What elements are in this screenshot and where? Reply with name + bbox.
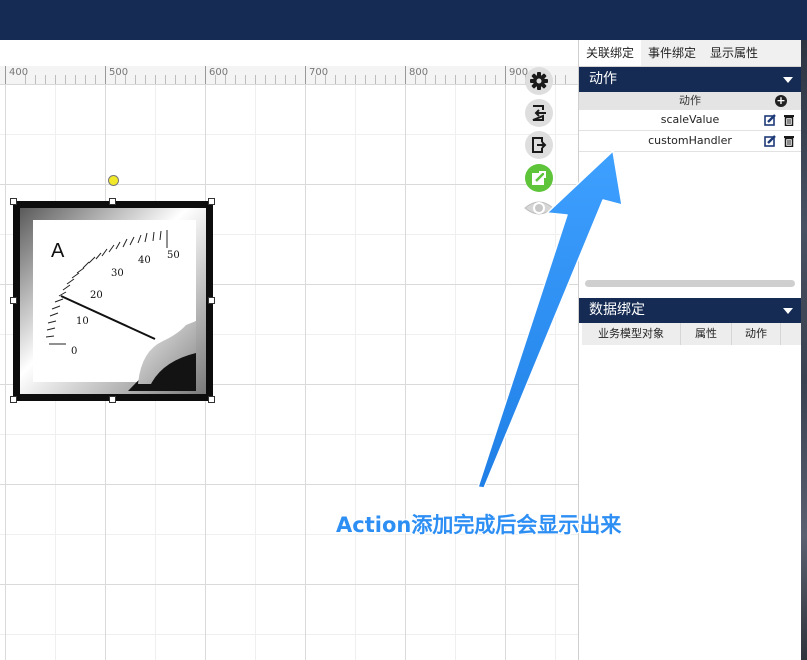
annotation-arrow <box>477 150 623 489</box>
annotation-text: Action添加完成后会显示出来 <box>336 513 622 537</box>
